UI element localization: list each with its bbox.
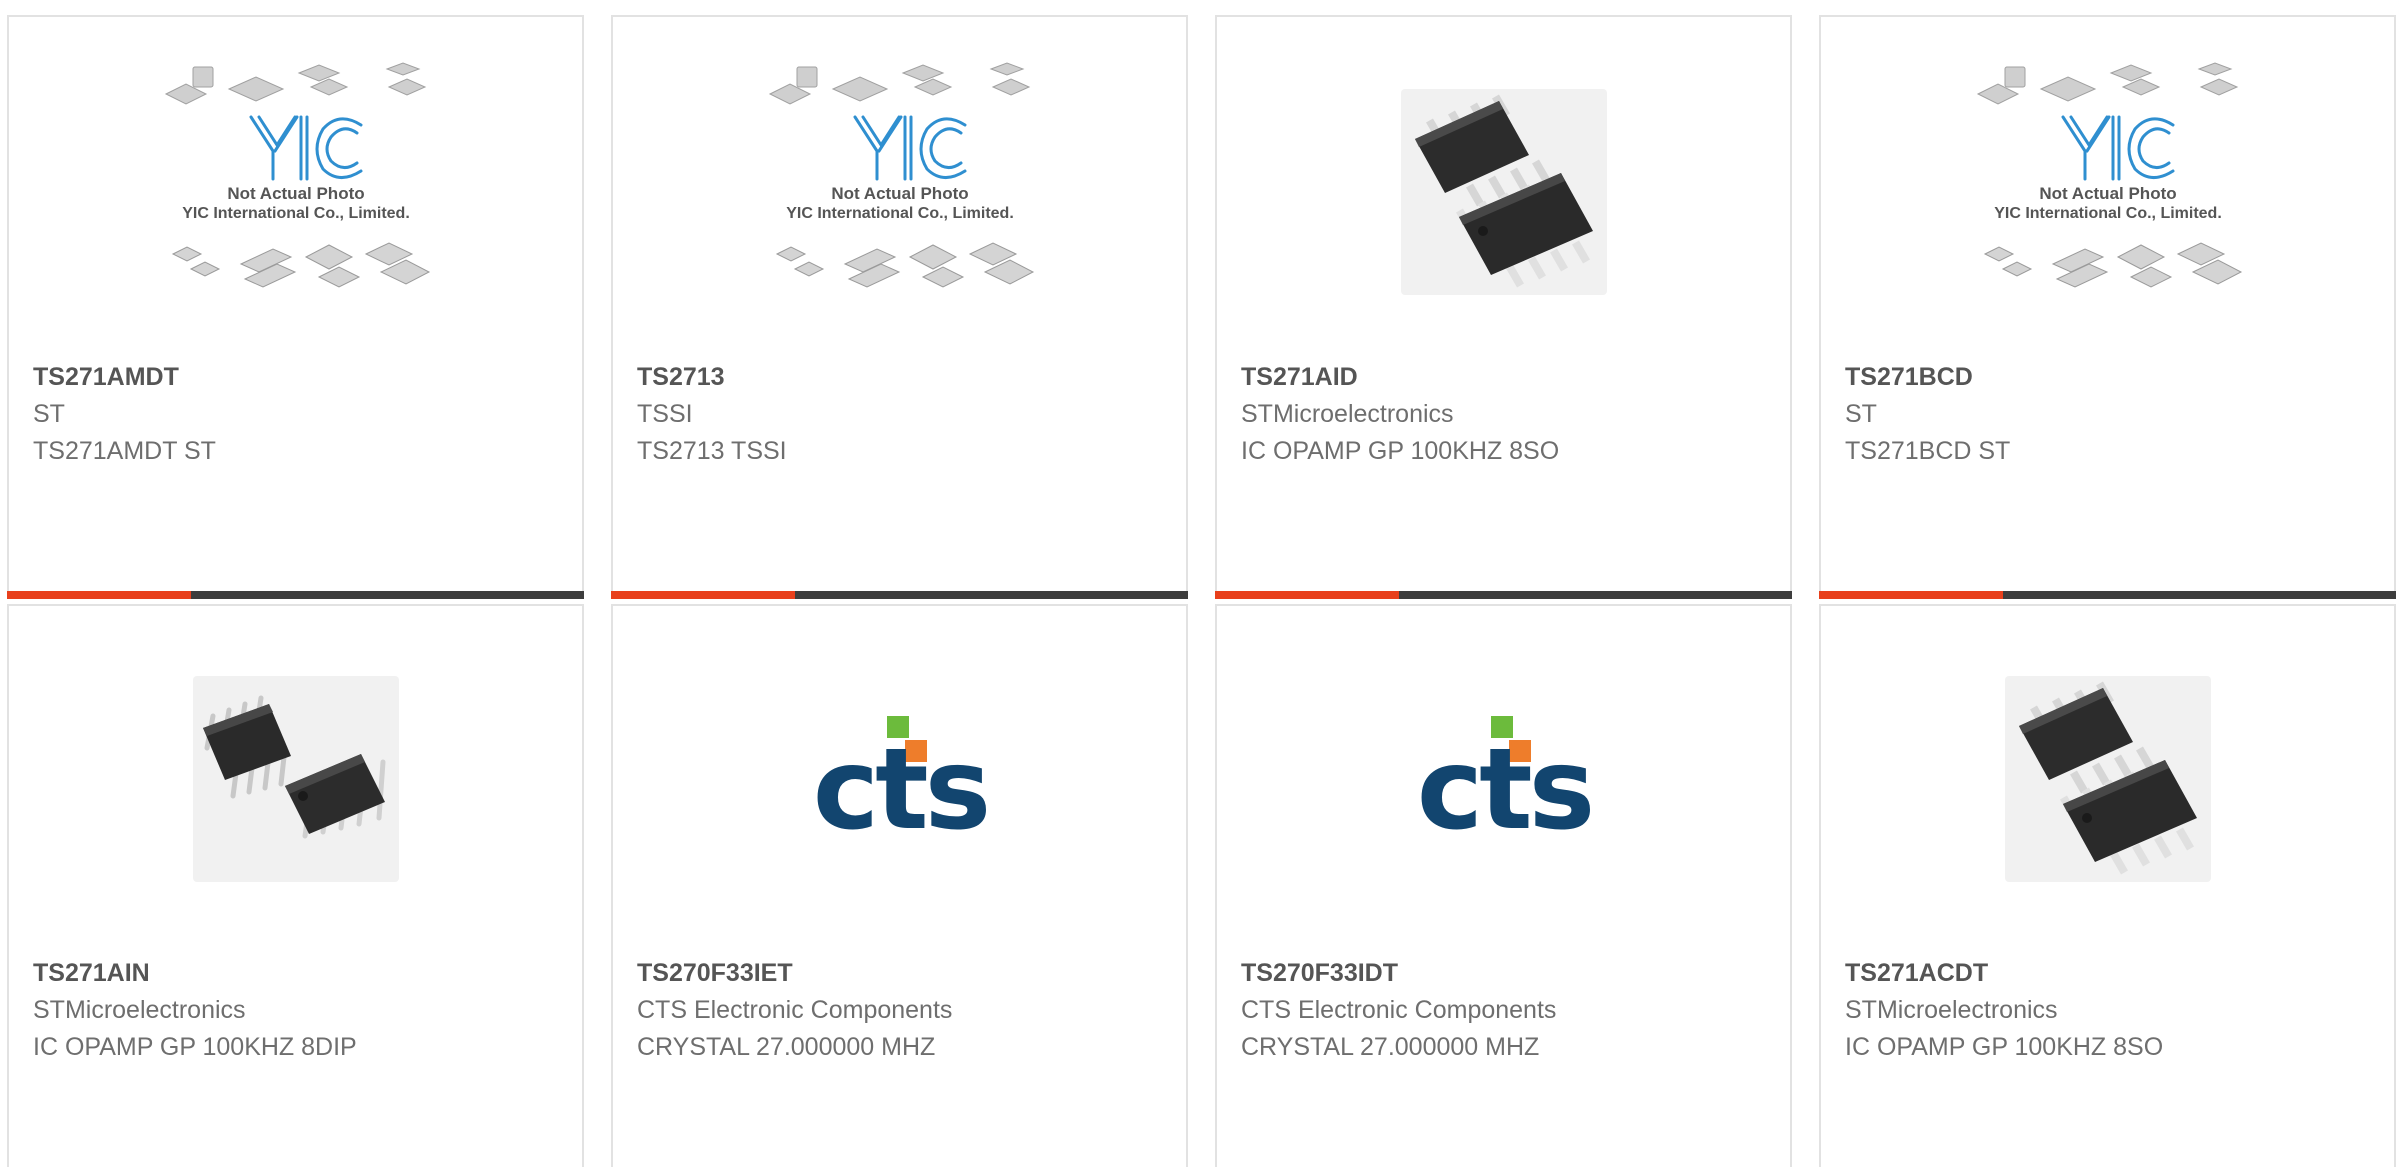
part-number-link[interactable]: TS271BCD (1845, 359, 2370, 396)
card-bottom-bar (1819, 591, 2396, 599)
manufacturer-text: ST (33, 400, 65, 428)
product-info: TS271AID STMicroelectronics IC OPAMP GP … (1241, 359, 1766, 470)
part-number-link[interactable]: TS2713 (637, 359, 1162, 396)
product-info: TS2713 TSSI TS2713 TSSI (637, 359, 1162, 470)
product-card[interactable]: TS271ACDT STMicroelectronics IC OPAMP GP… (1819, 604, 2396, 1167)
placeholder-line2: YIC International Co., Limited. (786, 205, 1014, 222)
product-image[interactable] (9, 676, 582, 956)
accent-segment (1215, 591, 1399, 599)
accent-segment (7, 591, 191, 599)
soic-8-chip-photo (2004, 676, 2211, 882)
product-card[interactable]: cts TS270F33IDT CTS Electronic Component… (1215, 604, 1792, 1167)
part-number-link[interactable]: TS271AMDT (33, 359, 558, 396)
cts-logo: cts (812, 716, 991, 836)
placeholder-line2: YIC International Co., Limited. (1994, 205, 2222, 222)
cts-logo-text: cts (1416, 725, 1591, 836)
dip-8-chip-icon (202, 695, 385, 839)
product-info: TS271AIN STMicroelectronics IC OPAMP GP … (33, 955, 558, 1066)
product-card[interactable]: TS271AID STMicroelectronics IC OPAMP GP … (1215, 15, 1792, 599)
soic-8-chip-photo (1400, 89, 1607, 295)
product-info: TS270F33IDT CTS Electronic Components CR… (1241, 955, 1766, 1066)
soic-8-chip-icon (2018, 681, 2197, 875)
dark-segment (191, 591, 584, 599)
manufacturer-text: STMicroelectronics (1241, 400, 1454, 428)
manufacturer-text: CTS Electronic Components (1241, 996, 1557, 1024)
description-text: CRYSTAL 27.000000 MHZ (1241, 1033, 1540, 1061)
card-bottom-bar (1215, 591, 1792, 599)
placeholder-line2: YIC International Co., Limited. (182, 205, 410, 222)
description-text: IC OPAMP GP 100KHZ 8SO (1845, 1033, 2164, 1061)
dip-8-chip-photo (192, 676, 399, 882)
card-bottom-bar (611, 591, 1188, 599)
accent-segment (1819, 591, 2003, 599)
part-number-link[interactable]: TS271AIN (33, 955, 558, 992)
dark-segment (1399, 591, 1792, 599)
placeholder-line1: Not Actual Photo (2039, 184, 2176, 203)
product-image[interactable] (1217, 89, 1790, 369)
manufacturer-text: TSSI (637, 400, 693, 428)
description-text: TS271BCD ST (1845, 437, 2011, 465)
product-image[interactable] (1821, 676, 2394, 956)
product-card[interactable]: cts TS270F33IET CTS Electronic Component… (611, 604, 1188, 1167)
accent-segment (611, 591, 795, 599)
product-image[interactable]: cts (1217, 716, 1790, 996)
part-number-link[interactable]: TS271ACDT (1845, 955, 2370, 992)
description-text: IC OPAMP GP 100KHZ 8SO (1241, 437, 1560, 465)
manufacturer-text: CTS Electronic Components (637, 996, 953, 1024)
card-bottom-bar (7, 591, 584, 599)
product-card[interactable]: Not Actual Photo YIC International Co., L… (1819, 15, 2396, 599)
part-number-link[interactable]: TS270F33IDT (1241, 955, 1766, 992)
soic-8-chip-icon (1414, 94, 1593, 288)
product-card[interactable]: Not Actual Photo YIC International Co., L… (611, 15, 1188, 599)
dark-segment (2003, 591, 2396, 599)
placeholder-line1: Not Actual Photo (831, 184, 968, 203)
yic-placeholder-image: Not Actual Photo YIC International Co., L… (768, 62, 1034, 288)
product-card[interactable]: TS271AIN STMicroelectronics IC OPAMP GP … (7, 604, 584, 1167)
placeholder-line1: Not Actual Photo (227, 184, 364, 203)
product-info: TS271ACDT STMicroelectronics IC OPAMP GP… (1845, 955, 2370, 1066)
cts-logo: cts (1416, 716, 1595, 836)
product-image[interactable]: Not Actual Photo YIC International Co., L… (9, 59, 582, 339)
part-number-link[interactable]: TS270F33IET (637, 955, 1162, 992)
product-image[interactable]: cts (613, 716, 1186, 996)
manufacturer-text: STMicroelectronics (1845, 996, 2058, 1024)
product-info: TS271AMDT ST TS271AMDT ST (33, 359, 558, 470)
product-image[interactable]: Not Actual Photo YIC International Co., L… (613, 59, 1186, 339)
product-info: TS270F33IET CTS Electronic Components CR… (637, 955, 1162, 1066)
description-text: IC OPAMP GP 100KHZ 8DIP (33, 1033, 357, 1061)
dark-segment (795, 591, 1188, 599)
manufacturer-text: ST (1845, 400, 1877, 428)
product-image[interactable]: Not Actual Photo YIC International Co., L… (1821, 59, 2394, 339)
yic-placeholder-image: Not Actual Photo YIC International Co., L… (1976, 62, 2242, 288)
manufacturer-text: STMicroelectronics (33, 996, 246, 1024)
description-text: TS2713 TSSI (637, 437, 787, 465)
cts-logo-text: cts (812, 725, 987, 836)
product-card[interactable]: Not Actual Photo YIC International Co., L… (7, 15, 584, 599)
part-number-link[interactable]: TS271AID (1241, 359, 1766, 396)
product-info: TS271BCD ST TS271BCD ST (1845, 359, 2370, 470)
yic-placeholder-image: Not Actual Photo YIC International Co., L… (164, 62, 430, 288)
description-text: TS271AMDT ST (33, 437, 216, 465)
description-text: CRYSTAL 27.000000 MHZ (637, 1033, 936, 1061)
product-grid: Not Actual Photo YIC International Co., L… (0, 0, 2400, 1167)
